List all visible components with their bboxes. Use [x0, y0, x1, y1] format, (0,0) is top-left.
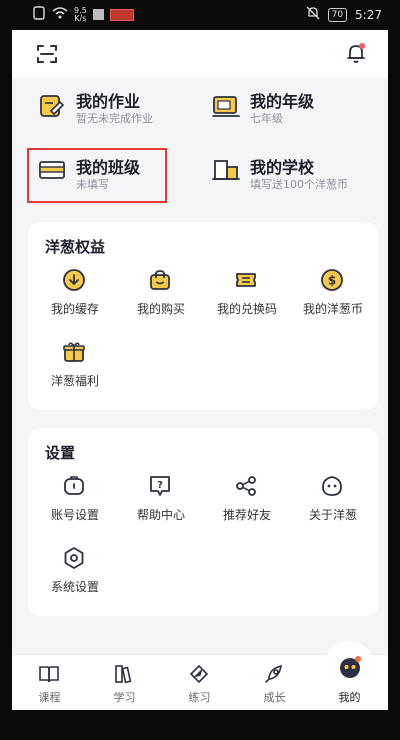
homework-card[interactable]: 我的作业 暂无未完成作业: [12, 80, 200, 140]
account-settings-item[interactable]: 账号设置: [32, 474, 118, 530]
download-icon: [62, 268, 86, 292]
item-label: 帮助中心: [136, 508, 185, 522]
bell-icon[interactable]: [344, 41, 368, 65]
panel-title: 洋葱权益: [45, 238, 106, 256]
tab-growth[interactable]: 成长: [237, 655, 312, 710]
system-settings-item[interactable]: 系统设置: [32, 546, 118, 602]
tab-mine[interactable]: 我的: [312, 641, 387, 710]
item-label: 推荐好友: [222, 508, 271, 522]
hexagon-settings-icon: [62, 546, 86, 570]
profile-icon: [338, 655, 361, 678]
notification-icon: [92, 9, 104, 20]
svg-text:?: ?: [157, 480, 163, 491]
card-subtitle: 七年级: [250, 112, 283, 125]
status-bar: 9.5 K/s 70 5:27: [0, 0, 400, 30]
rocket-icon: [263, 663, 285, 685]
onion-coins-item[interactable]: $ 我的洋葱币: [290, 268, 376, 324]
books-icon: [113, 663, 135, 685]
book-icon: [38, 663, 60, 685]
card-subtitle: 暂无未完成作业: [76, 112, 153, 125]
tab-label: 课程: [38, 691, 61, 704]
item-label: 系统设置: [50, 580, 99, 594]
system-nav-bar: [0, 710, 400, 740]
coin-icon: $: [320, 268, 344, 292]
item-label: 我的洋葱币: [302, 302, 363, 316]
tab-label: 成长: [263, 691, 286, 704]
card-title: 我的学校: [250, 158, 315, 177]
clock: 5:27: [355, 7, 382, 22]
help-icon: ?: [148, 474, 172, 498]
bottom-tab-bar: 课程 学习 练习 成长 我的: [12, 641, 388, 710]
onion-face-icon: [320, 474, 344, 498]
top-bar: [12, 30, 388, 78]
tab-practice[interactable]: 练习: [162, 655, 237, 710]
item-label: 关于洋葱: [308, 508, 357, 522]
ticket-icon: [234, 268, 258, 292]
card-title: 我的作业: [76, 92, 141, 111]
item-label: 账号设置: [50, 508, 99, 522]
grade-card[interactable]: 我的年级 七年级: [200, 80, 388, 140]
card-subtitle: 填写送100个洋葱币: [250, 178, 348, 191]
scan-icon[interactable]: [36, 43, 58, 65]
account-icon: [62, 474, 86, 498]
onion-welfare-item[interactable]: 洋葱福利: [32, 340, 118, 396]
wifi-icon: [52, 6, 68, 23]
my-purchases-item[interactable]: 我的购买: [118, 268, 204, 324]
tab-label: 练习: [188, 691, 211, 704]
recommend-friends-item[interactable]: 推荐好友: [204, 474, 290, 530]
settings-panel: 设置 账号设置 ? 帮助中心 推荐好友 关于洋葱 系统设置: [28, 428, 378, 616]
highlight-box: [27, 148, 167, 203]
shopping-bag-icon: [148, 268, 172, 292]
app-notification-icon: [109, 8, 134, 21]
app-screen: 我的作业 暂无未完成作业 我的年级 七年级 我的班级 未填写 我的学校 填写送1…: [12, 30, 388, 710]
school-icon: [212, 156, 240, 184]
battery-level: 70: [327, 7, 348, 22]
tab-courses[interactable]: 课程: [12, 655, 87, 710]
panel-title: 设置: [45, 444, 76, 462]
redeem-code-item[interactable]: 我的兑换码: [204, 268, 290, 324]
tab-label: 我的: [338, 691, 361, 704]
sim-icon: [32, 6, 46, 23]
my-cache-item[interactable]: 我的缓存: [32, 268, 118, 324]
item-label: 我的购买: [136, 302, 185, 316]
share-icon: [234, 474, 258, 498]
school-card[interactable]: 我的学校 填写送100个洋葱币: [200, 142, 388, 202]
homework-icon: [38, 92, 66, 120]
svg-text:$: $: [328, 274, 336, 288]
network-speed: 9.5 K/s: [74, 5, 87, 23]
tab-label: 学习: [113, 691, 136, 704]
item-label: 我的兑换码: [216, 302, 277, 316]
grade-icon: [212, 92, 240, 120]
mute-icon: [306, 6, 320, 23]
item-label: 洋葱福利: [50, 374, 99, 388]
about-onion-item[interactable]: 关于洋葱: [290, 474, 376, 530]
help-center-item[interactable]: ? 帮助中心: [118, 474, 204, 530]
compass-icon: [188, 663, 210, 685]
card-title: 我的年级: [250, 92, 315, 111]
tab-study[interactable]: 学习: [87, 655, 162, 710]
item-label: 我的缓存: [50, 302, 99, 316]
gift-icon: [62, 340, 86, 364]
benefits-panel: 洋葱权益 我的缓存 我的购买 我的兑换码 $ 我的洋葱币 洋葱福利: [28, 222, 378, 410]
